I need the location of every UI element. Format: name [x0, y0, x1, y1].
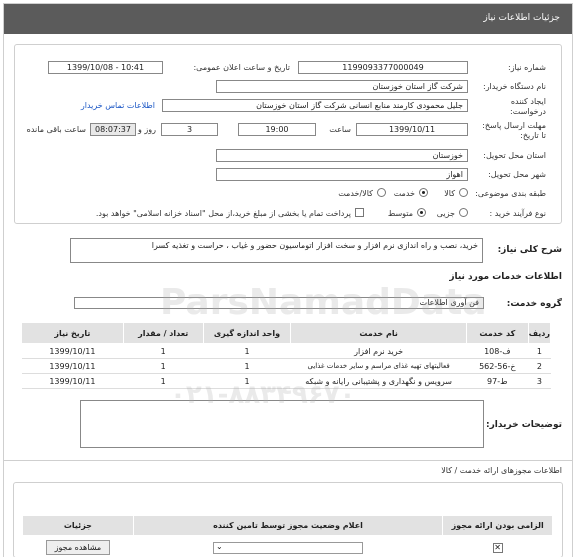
- description-label: شرح کلی نیاز:: [497, 245, 562, 255]
- city-field[interactable]: اهواز: [216, 168, 468, 181]
- category-label: طبقه بندی موضوعی:: [475, 189, 546, 198]
- buyer-notes-label: توضیحات خریدار:: [486, 420, 562, 430]
- deadline-date-field[interactable]: 1399/10/11: [356, 123, 468, 136]
- deadline-label-1: مهلت ارسال پاسخ:: [482, 121, 546, 130]
- row-index: 1: [528, 343, 551, 359]
- permit-status-select[interactable]: ⌄: [213, 541, 364, 554]
- col-name: نام خدمت: [290, 322, 467, 344]
- need-number-field[interactable]: 1199093377000049: [298, 61, 468, 74]
- page-title: جزئیات اطلاعات نیاز: [483, 13, 560, 23]
- purchase-minor-radio[interactable]: [459, 208, 468, 217]
- days-field[interactable]: 3: [161, 123, 218, 136]
- row-qty: 1: [123, 343, 204, 359]
- city-label: شهر محل تحویل:: [488, 170, 546, 179]
- creator-label-2: درخواست:: [510, 107, 546, 116]
- title-bar: جزئیات اطلاعات نیاز: [4, 4, 572, 34]
- deadline-label-2: تا تاریخ:: [520, 131, 546, 140]
- buyer-org-field[interactable]: شرکت گاز استان خوزستان: [216, 80, 468, 93]
- category-both-label: کالا/خدمت: [338, 189, 373, 198]
- col-date: تاریخ نیاز: [21, 322, 124, 344]
- contact-buyer-link[interactable]: اطلاعات تماس خریدار: [81, 101, 155, 110]
- service-group-field[interactable]: فن آوری اطلاعات: [74, 297, 484, 309]
- permits-table-header: الزامی بودن ارائه مجوز اعلام وضعیت مجوز …: [22, 515, 553, 536]
- col-qty: تعداد / مقدار: [122, 322, 204, 344]
- province-label: استان محل تحویل:: [483, 151, 546, 160]
- purchase-medium-label: متوسط: [387, 209, 413, 218]
- payment-note: پرداخت تمام یا بخشی از مبلغ خرید،از محل …: [95, 209, 351, 218]
- view-permit-button[interactable]: مشاهده مجوز: [45, 540, 111, 556]
- category-both-radio[interactable]: [377, 188, 386, 197]
- buyer-notes-field[interactable]: [80, 400, 484, 448]
- announce-field[interactable]: 1399/10/08 - 10:41: [48, 61, 163, 74]
- row-name: خرید نرم افزار: [290, 343, 467, 359]
- table-row[interactable]: 1 ف-108 خرید نرم افزار 1 1 1399/10/11: [21, 343, 551, 359]
- permit-status-cell: ⌄: [133, 536, 442, 557]
- row-date: 1399/10/11: [21, 358, 124, 374]
- services-section-title: اطلاعات خدمات مورد نیاز: [449, 272, 562, 282]
- col-status: اعلام وضعیت مجوز توسط تامین کننده: [132, 515, 444, 536]
- col-code: کد خدمت: [465, 322, 529, 344]
- row-qty: 1: [123, 373, 204, 389]
- row-date: 1399/10/11: [21, 373, 124, 389]
- days-label: روز و: [138, 125, 156, 134]
- buyer-org-label: نام دستگاه خریدار:: [483, 82, 546, 91]
- row-name: سرویس و نگهداری و پشتیبانی رایانه و شبکه: [290, 373, 467, 389]
- services-table-header: ردیف کد خدمت نام خدمت واحد اندازه گیری ت…: [21, 322, 552, 344]
- col-index: ردیف: [527, 322, 552, 344]
- category-service-label: خدمت: [393, 189, 415, 198]
- permits-title: اطلاعات مجوزهای ارائه خدمت / کالا: [441, 466, 562, 475]
- service-group-value: فن آوری اطلاعات: [419, 298, 479, 307]
- row-unit: 1: [203, 343, 291, 359]
- row-date: 1399/10/11: [21, 343, 124, 359]
- category-good-label: کالا: [444, 189, 455, 198]
- col-details: جزئیات: [22, 515, 134, 536]
- services-table: ردیف کد خدمت نام خدمت واحد اندازه گیری ت…: [21, 322, 552, 389]
- required-checkbox-icon: ✕: [492, 542, 503, 553]
- chevron-down-icon: ⌄: [216, 541, 223, 551]
- province-field[interactable]: خوزستان: [216, 149, 468, 162]
- remaining-time-field: 08:07:37: [90, 123, 136, 136]
- table-row[interactable]: 2 خ-56-562 فعالیتهای تهیه غذای مراسم و س…: [21, 358, 551, 374]
- row-code: خ-56-562: [466, 358, 529, 374]
- need-number-label: شماره نیاز:: [508, 63, 546, 72]
- description-text: خرید، نصب و راه اندازی نرم افزار و سخت ا…: [151, 241, 478, 250]
- announce-label: تاریخ و ساعت اعلان عمومی:: [193, 63, 290, 72]
- row-qty: 1: [123, 358, 204, 374]
- row-name: فعالیتهای تهیه غذای مراسم و سایر خدمات غ…: [290, 358, 467, 374]
- table-row[interactable]: 3 ط-97 سرویس و نگهداری و پشتیبانی رایانه…: [21, 373, 551, 389]
- permit-required-cell: ✕: [443, 536, 553, 557]
- purchase-medium-radio[interactable]: [417, 208, 426, 217]
- row-code: ف-108: [466, 343, 529, 359]
- purchase-type-label: نوع فرآیند خرید :: [489, 209, 546, 218]
- treasury-checkbox[interactable]: [355, 208, 364, 217]
- col-required: الزامی بودن ارائه مجوز: [442, 515, 553, 536]
- remaining-label: ساعت باقی مانده: [26, 125, 86, 134]
- deadline-time-field[interactable]: 19:00: [238, 123, 316, 136]
- row-unit: 1: [203, 358, 291, 374]
- row-index: 3: [528, 373, 551, 389]
- row-code: ط-97: [466, 373, 529, 389]
- row-index: 2: [528, 358, 551, 374]
- deadline-time-label: ساعت: [329, 125, 351, 134]
- divider: [4, 460, 572, 461]
- category-good-radio[interactable]: [459, 188, 468, 197]
- permits-table: الزامی بودن ارائه مجوز اعلام وضعیت مجوز …: [22, 515, 553, 557]
- creator-label-1: ایجاد کننده: [510, 97, 546, 106]
- category-service-radio[interactable]: [419, 188, 428, 197]
- row-unit: 1: [203, 373, 291, 389]
- description-field[interactable]: خرید، نصب و راه اندازی نرم افزار و سخت ا…: [70, 238, 483, 263]
- permit-row: ✕ ⌄ مشاهده مجوز: [23, 536, 553, 557]
- creator-field[interactable]: جلیل محمودی کارمند منابع انسانی شرکت گاز…: [162, 99, 468, 112]
- col-unit: واحد اندازه گیری: [202, 322, 292, 344]
- purchase-minor-label: جزیی: [436, 209, 455, 218]
- permit-details-cell: مشاهده مجوز: [23, 536, 134, 557]
- service-group-label: گروه خدمت:: [506, 299, 562, 309]
